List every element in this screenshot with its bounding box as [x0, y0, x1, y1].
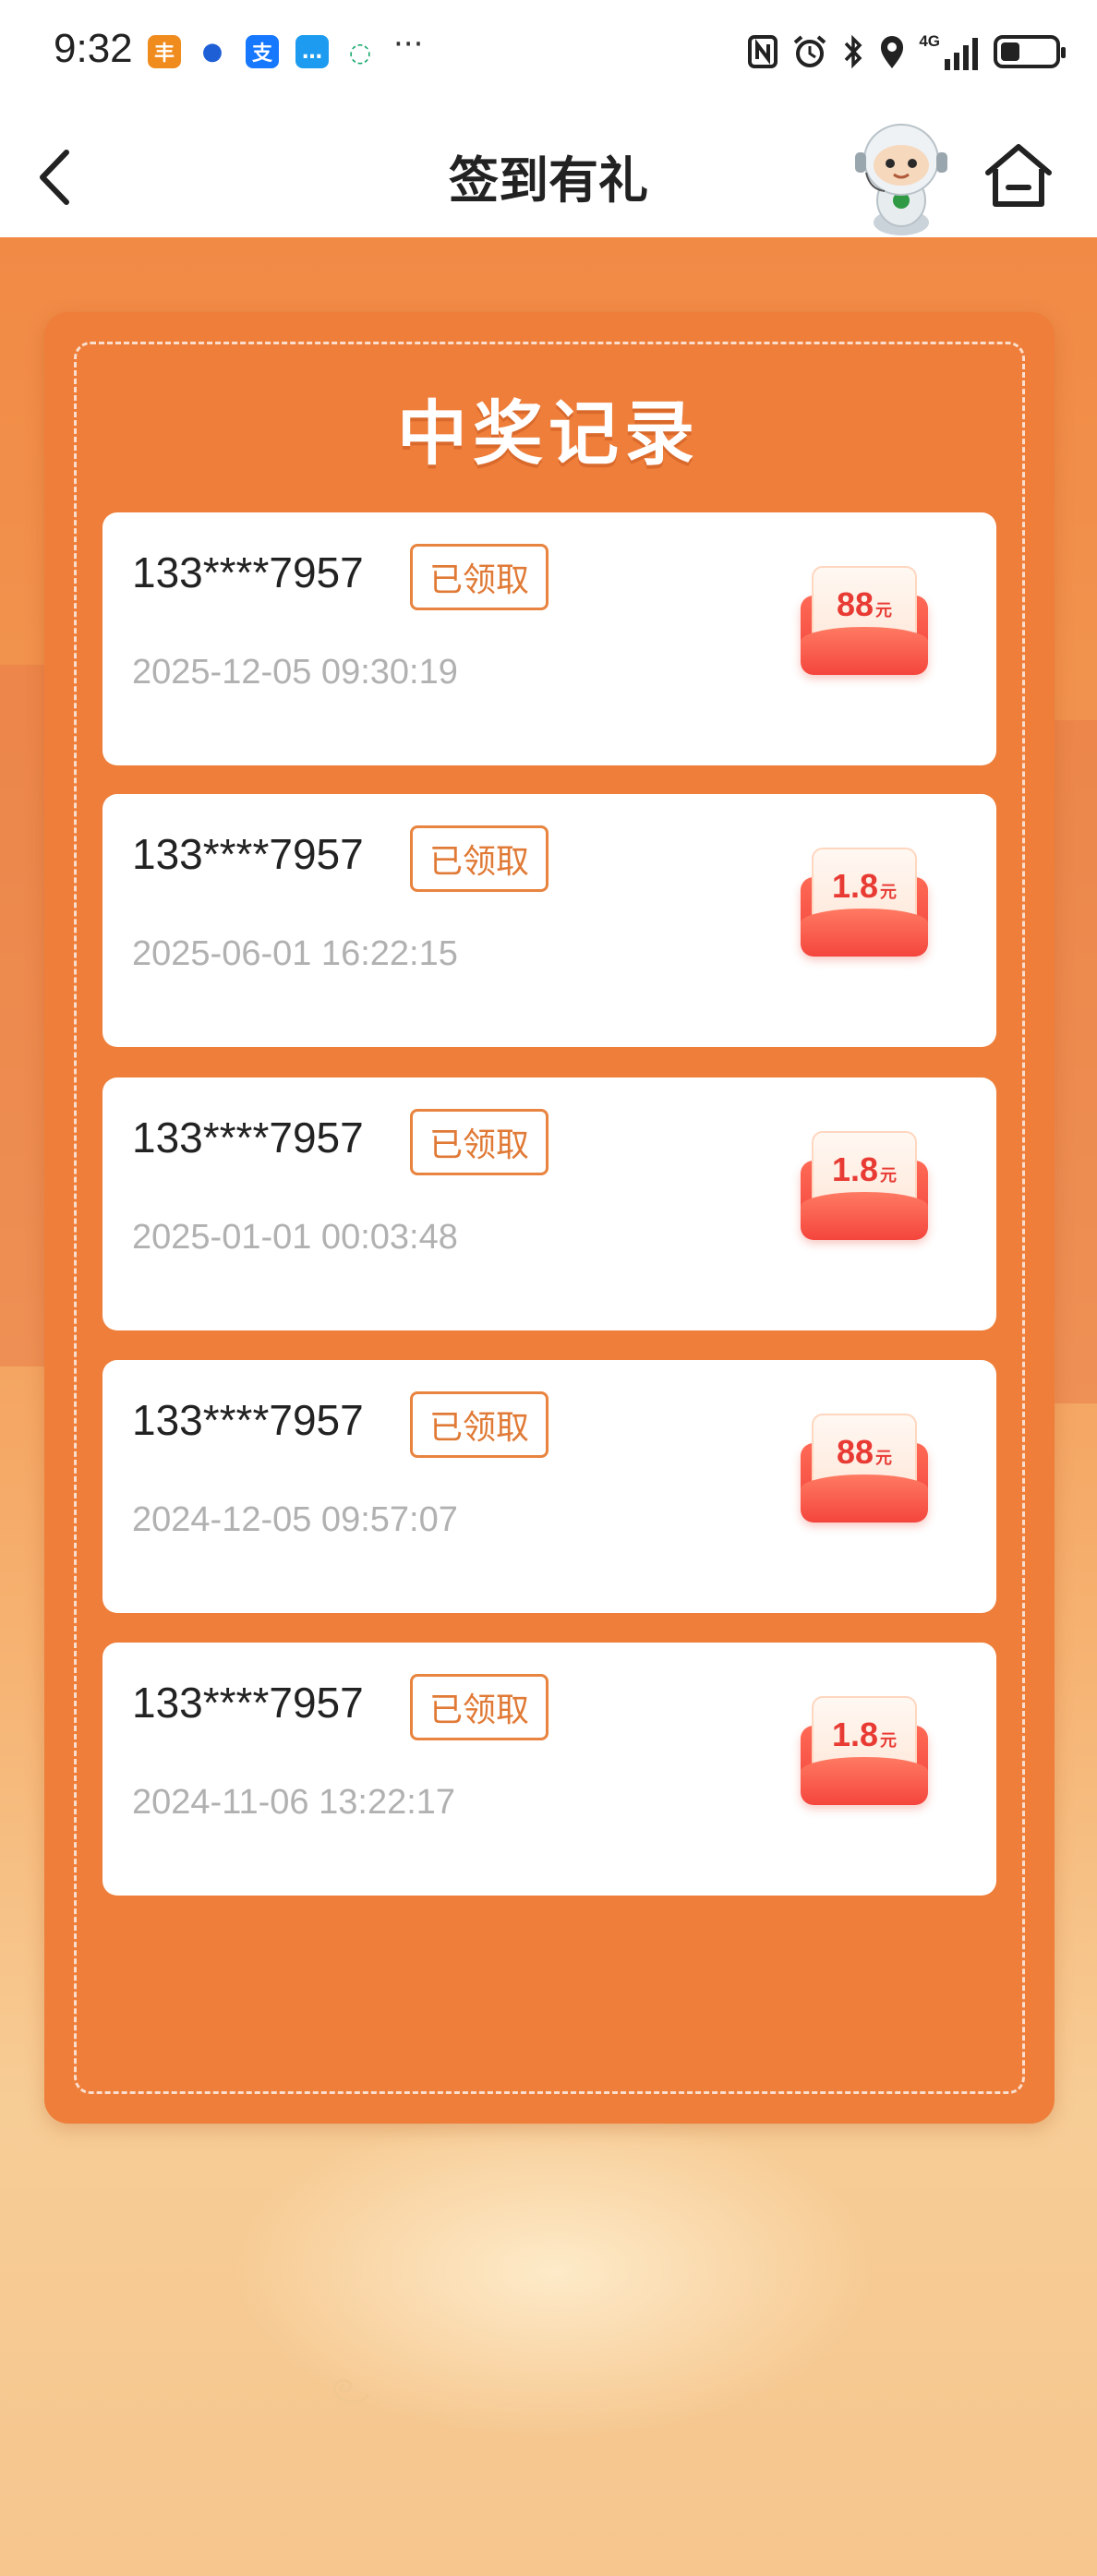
- record-time: 2025-01-01 00:03:48: [132, 1218, 458, 1257]
- coupon-amount: 1.8: [831, 1715, 879, 1753]
- robot-mascot-icon[interactable]: [848, 119, 955, 237]
- home-icon[interactable]: [982, 141, 1055, 211]
- record-phone: 133****7957: [132, 1679, 364, 1727]
- message-app-icon: …: [295, 35, 329, 68]
- coupon-unit: 元: [880, 1166, 898, 1186]
- chat-bubble-icon: ◌: [344, 35, 377, 68]
- coupon-icon: 1.8 元: [797, 1125, 939, 1246]
- battery-icon: [994, 35, 1066, 68]
- network-label: 4G: [919, 32, 940, 50]
- status-icons: 4G: [747, 31, 1066, 72]
- panel-title: 中奖记录: [397, 392, 700, 475]
- status-time: 9:32: [54, 26, 133, 71]
- claimed-badge: 已领取: [410, 825, 548, 892]
- background-building-right: [1051, 720, 1097, 1403]
- coupon-unit: 元: [880, 883, 898, 902]
- signal-icon: [945, 38, 978, 70]
- claimed-badge: 已领取: [410, 544, 548, 610]
- record-phone: 133****7957: [132, 1113, 364, 1162]
- shunfeng-app-icon: 丰: [148, 35, 181, 68]
- nfc-icon: [748, 35, 778, 68]
- coupon-amount: 88: [836, 1433, 874, 1471]
- coupon-amount: 1.8: [831, 1150, 879, 1188]
- claimed-badge: 已领取: [410, 1391, 548, 1458]
- record-card: 133****7957 已领取 2025-06-01 16:22:15 1.8 元: [102, 794, 996, 1047]
- alarm-icon: [794, 35, 826, 67]
- nav-bar: 签到有礼: [0, 106, 1097, 237]
- claimed-badge: 已领取: [410, 1674, 548, 1740]
- claimed-badge: 已领取: [410, 1109, 548, 1175]
- blue-app-icon: ●: [196, 35, 229, 68]
- record-phone: 133****7957: [132, 1396, 364, 1444]
- coupon-icon: 1.8 元: [797, 842, 939, 962]
- coupon-icon: 1.8 元: [797, 1691, 939, 1811]
- coupon-icon: 88 元: [797, 1408, 939, 1528]
- record-card: 133****7957 已领取 2024-11-06 13:22:17 1.8 元: [102, 1643, 996, 1896]
- record-card: 133****7957 已领取 2025-12-05 09:30:19 88 元: [102, 512, 996, 765]
- coupon-unit: 元: [875, 601, 893, 620]
- record-card: 133****7957 已领取 2025-01-01 00:03:48 1.8 元: [102, 1077, 996, 1330]
- location-icon: [881, 36, 904, 68]
- swirl-decoration-icon: [332, 2378, 369, 2404]
- record-time: 2025-12-05 09:30:19: [132, 653, 458, 692]
- coupon-amount: 88: [836, 585, 874, 623]
- status-bar: 9:32 丰 ● 支 … ◌ ··· 4G: [0, 0, 1097, 106]
- coupon-unit: 元: [875, 1449, 893, 1468]
- alipay-icon: 支: [246, 35, 279, 68]
- record-phone: 133****7957: [132, 548, 364, 596]
- coupon-unit: 元: [880, 1731, 898, 1751]
- coupon-icon: 88 元: [797, 560, 939, 680]
- record-time: 2024-11-06 13:22:17: [132, 1783, 456, 1822]
- coupon-amount: 1.8: [831, 867, 879, 905]
- battery-level: [1001, 42, 1019, 61]
- record-time: 2025-06-01 16:22:15: [132, 934, 458, 973]
- record-phone: 133****7957: [132, 830, 364, 878]
- more-notifications-icon: ···: [393, 26, 424, 63]
- record-card: 133****7957 已领取 2024-12-05 09:57:07 88 元: [102, 1360, 996, 1613]
- bluetooth-icon: [845, 34, 862, 69]
- record-time: 2024-12-05 09:57:07: [132, 1500, 458, 1539]
- network-indicator: 4G: [919, 33, 981, 70]
